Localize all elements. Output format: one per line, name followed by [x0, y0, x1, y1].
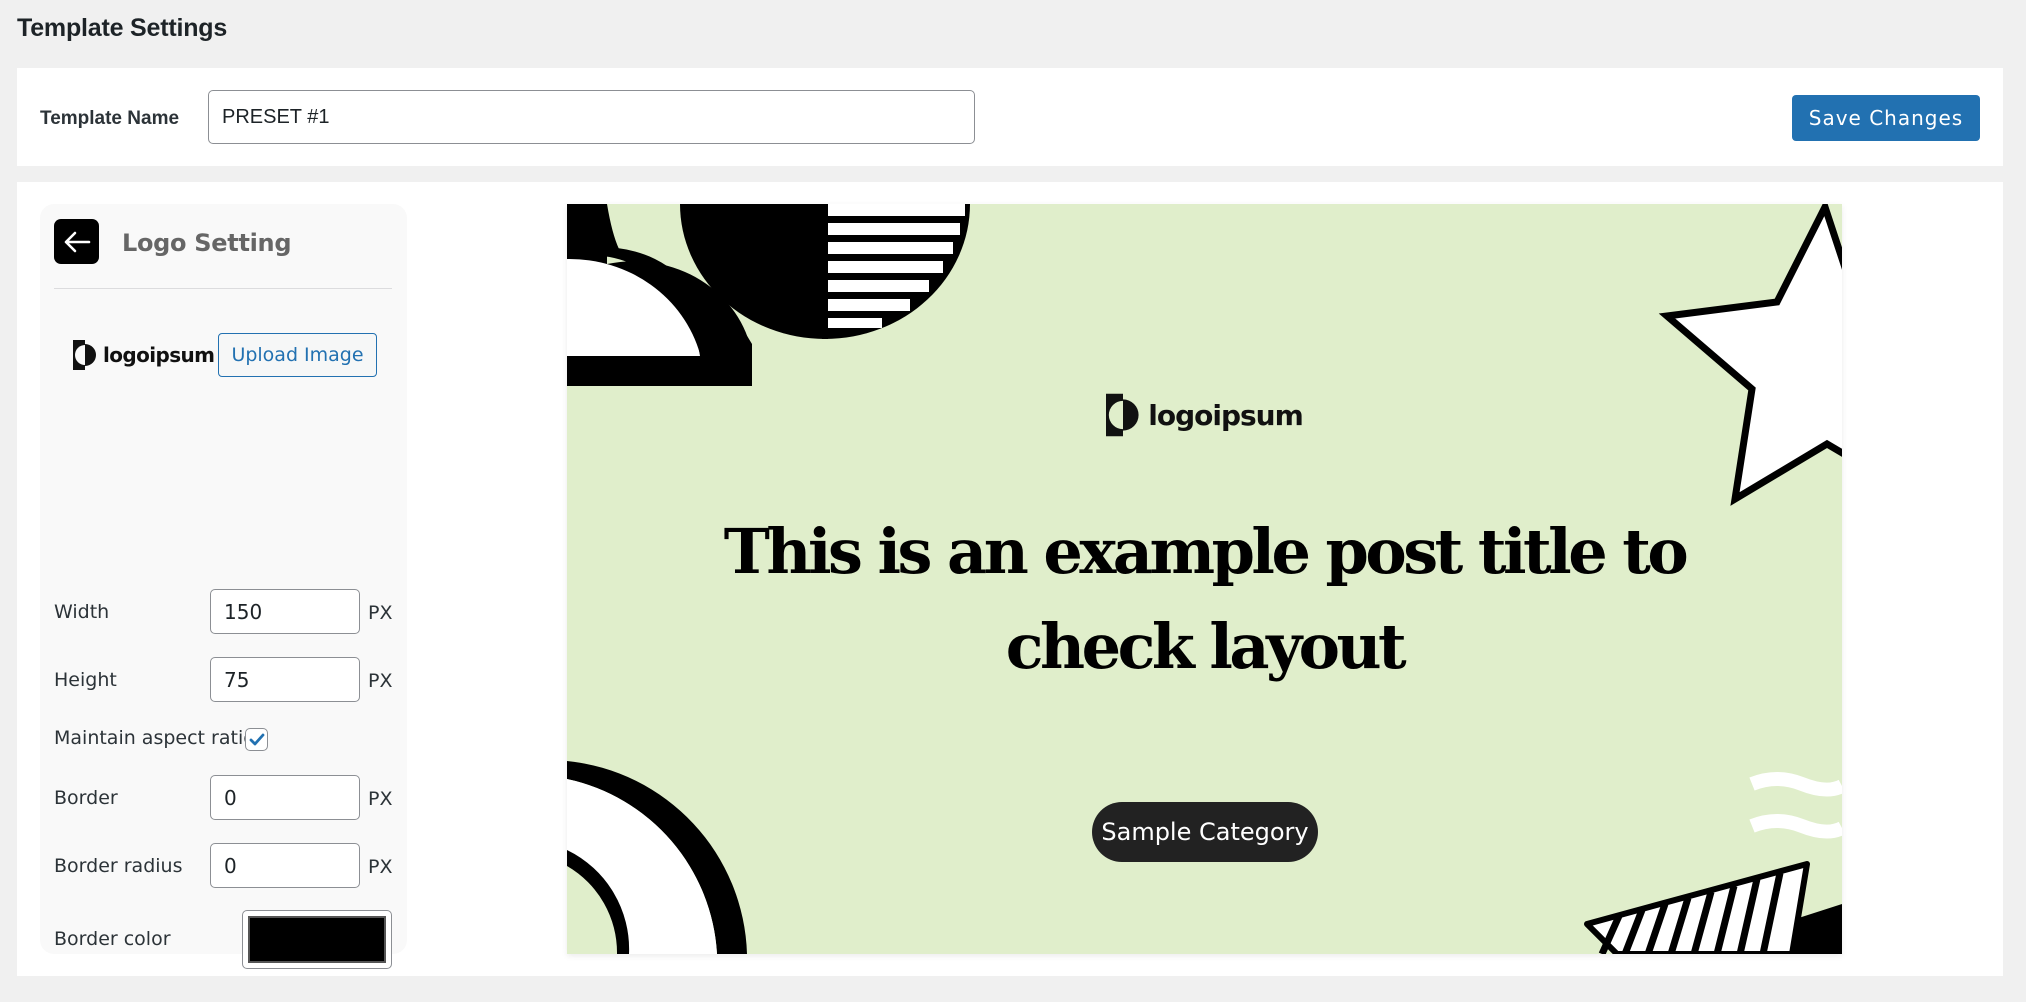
logo-settings-sidebar: Logo Setting logoipsum Upload Image Widt… [40, 204, 407, 969]
width-input[interactable] [210, 589, 360, 634]
border-color-label: Border color [54, 928, 171, 950]
preview-category-badge: Sample Category [1092, 802, 1318, 862]
template-preview: logoipsum This is an example post title … [567, 204, 1842, 954]
upload-image-button[interactable]: Upload Image [218, 333, 377, 377]
deco-star [1658, 204, 1842, 506]
border-color-swatch [248, 916, 386, 963]
aspect-ratio-row: Maintain aspect ratio [54, 726, 394, 754]
logo-mark-icon [73, 340, 96, 370]
deco-wave-1 [1749, 772, 1842, 797]
aspect-ratio-checkbox[interactable] [245, 728, 268, 751]
page-title: Template Settings [17, 14, 228, 42]
template-name-label: Template Name [40, 108, 180, 129]
template-name-input[interactable] [208, 90, 975, 144]
preview-logo-mark-icon [1106, 393, 1139, 437]
template-name-panel: Template Name Save Changes [17, 68, 2003, 166]
back-button[interactable] [54, 219, 99, 264]
width-unit: PX [368, 602, 393, 624]
border-input[interactable] [210, 775, 360, 820]
height-label: Height [54, 669, 117, 691]
preview-logo-text: logoipsum [1148, 398, 1304, 432]
deco-wave-2 [1749, 814, 1842, 839]
width-row: Width PX [54, 589, 394, 635]
preview-logo: logoipsum [567, 393, 1842, 437]
height-input[interactable] [210, 657, 360, 702]
border-radius-label: Border radius [54, 855, 183, 877]
logo-thumbnail: logoipsum [73, 340, 215, 370]
preview-post-title: This is an example post title to check l… [723, 515, 1689, 683]
border-unit: PX [368, 788, 393, 810]
save-changes-button[interactable]: Save Changes [1792, 95, 1980, 141]
border-color-row: Border color [54, 910, 394, 970]
border-radius-unit: PX [368, 856, 393, 878]
width-label: Width [54, 601, 110, 623]
editor-panel: Logo Setting logoipsum Upload Image Widt… [17, 182, 2003, 976]
aspect-ratio-label: Maintain aspect ratio [54, 727, 255, 749]
border-radius-input[interactable] [210, 843, 360, 888]
logo-thumbnail-text: logoipsum [103, 343, 215, 367]
height-unit: PX [368, 670, 393, 692]
sidebar-divider [54, 288, 392, 289]
arrow-left-icon [64, 231, 90, 252]
border-row: Border PX [54, 775, 394, 821]
checkmark-icon [249, 733, 264, 745]
border-label: Border [54, 787, 118, 809]
height-row: Height PX [54, 657, 394, 703]
sidebar-title: Logo Setting [122, 229, 292, 257]
border-radius-row: Border radius PX [54, 843, 394, 889]
border-color-picker[interactable] [242, 910, 392, 969]
